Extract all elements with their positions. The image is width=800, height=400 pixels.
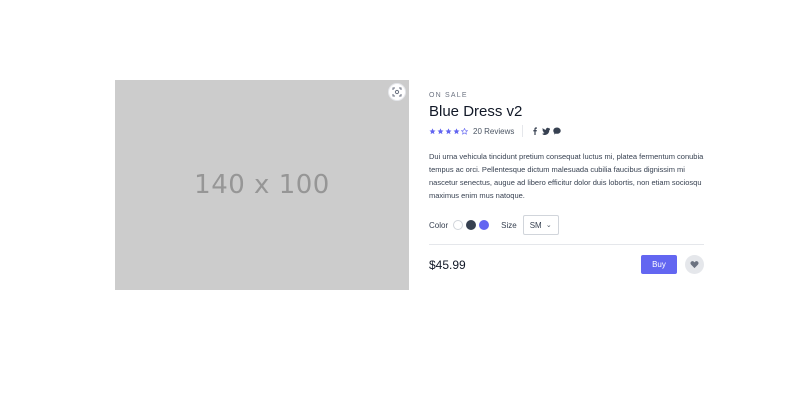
- chevron-down-icon: ⌄: [545, 222, 552, 229]
- product-price: $45.99: [429, 257, 466, 272]
- star-icon: [453, 127, 460, 134]
- color-swatch[interactable]: [479, 220, 490, 230]
- buy-button[interactable]: Buy: [641, 255, 677, 274]
- color-swatch[interactable]: [453, 220, 464, 230]
- social-share: [531, 127, 562, 135]
- product-title: Blue Dress v2: [429, 103, 523, 120]
- purchase-row: $45.99 Buy: [429, 255, 704, 274]
- size-select-value: SM: [529, 220, 542, 230]
- heart-icon: [690, 261, 699, 269]
- product-details: ON SALE Blue Dress v2 20 Reviews Dui urn…: [429, 92, 704, 274]
- purchase-actions: Buy: [641, 255, 704, 274]
- star-icon: [461, 127, 468, 135]
- sale-label: ON SALE: [429, 92, 468, 99]
- product-meta: 20 Reviews: [429, 125, 704, 137]
- product-options: Color Size SM ⌄: [429, 215, 704, 235]
- star-icon: [445, 127, 452, 134]
- divider: [429, 244, 704, 245]
- image-placeholder-text: 140 x 100: [194, 170, 330, 200]
- message-icon[interactable]: [553, 127, 562, 135]
- star-icon: [429, 127, 436, 134]
- facebook-icon[interactable]: [531, 127, 539, 135]
- size-label: Size: [501, 220, 517, 230]
- product-description: Dui urna vehicula tincidunt pretium cons…: [429, 152, 704, 200]
- rating-stars: [429, 127, 468, 135]
- divider: [522, 125, 524, 137]
- zoom-icon[interactable]: [388, 83, 406, 101]
- star-icon: [437, 127, 444, 134]
- color-swatch[interactable]: [466, 220, 477, 230]
- color-label: Color: [429, 220, 449, 230]
- color-swatches: [453, 220, 492, 230]
- size-select[interactable]: SM ⌄: [522, 215, 559, 235]
- product-image: 140 x 100: [115, 80, 409, 290]
- reviews-count[interactable]: 20 Reviews: [473, 127, 514, 136]
- wishlist-button[interactable]: [685, 255, 704, 274]
- twitter-icon[interactable]: [542, 127, 551, 135]
